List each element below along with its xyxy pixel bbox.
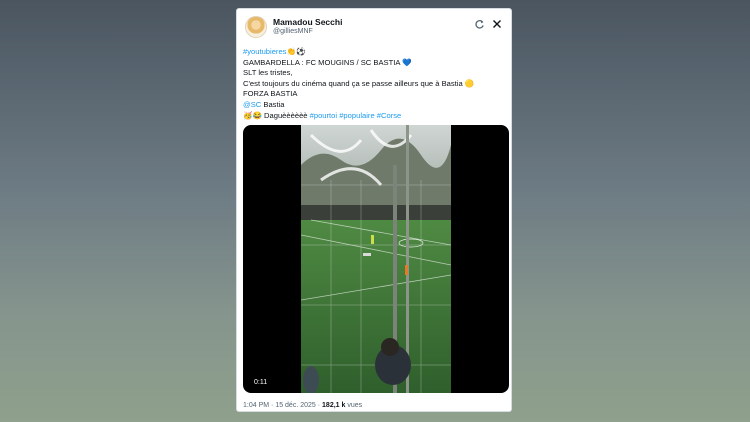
emoji-text: 👏⚽: [286, 47, 306, 56]
tweet-meta: 1:04 PM · 15 déc. 2025 · 182,1 k vues: [243, 402, 362, 409]
views-label: vues: [345, 402, 363, 409]
mention-link[interactable]: @SC: [243, 100, 261, 109]
tweet-date[interactable]: 15 déc. 2025: [275, 402, 315, 409]
hashtag-youtubieres[interactable]: #youtubieres: [243, 47, 286, 56]
video-player[interactable]: 0:11: [243, 125, 509, 393]
tweet-line: GAMBARDELLA : FC MOUGINS / SC BASTIA 💙: [243, 57, 412, 67]
video-frame: [301, 125, 451, 393]
tweet-line: SLT les tristes,: [243, 68, 293, 78]
close-icon[interactable]: [491, 18, 503, 30]
grok-icon[interactable]: [473, 18, 485, 30]
tweet-card: Mamadou Secchi @gilliesMNF #youtubieres👏…: [236, 8, 512, 412]
hashtag-populaire[interactable]: #populaire: [339, 111, 374, 120]
views-count: 182,1 k: [322, 402, 346, 409]
hashtag-pourtoi[interactable]: #pourtoi: [310, 111, 337, 120]
tweet-line: Bastia: [261, 99, 285, 109]
hashtag-corse[interactable]: #Corse: [377, 111, 401, 120]
tweet-time[interactable]: 1:04 PM: [243, 402, 269, 409]
tweet-line: 🥳😂 Daguèèèèèè: [243, 110, 310, 120]
video-timer: 0:11: [251, 378, 271, 387]
author-name[interactable]: Mamadou Secchi: [273, 17, 342, 27]
tweet-line: FORZA BASTIA: [243, 89, 298, 99]
tweet-text: #youtubieres👏⚽ GAMBARDELLA : FC MOUGINS …: [243, 47, 505, 121]
avatar[interactable]: [245, 16, 267, 38]
tweet-line: C'est toujours du cinéma quand ça se pas…: [243, 78, 475, 88]
tweet-header: Mamadou Secchi @gilliesMNF: [243, 15, 505, 41]
author-handle[interactable]: @gilliesMNF: [273, 28, 313, 35]
